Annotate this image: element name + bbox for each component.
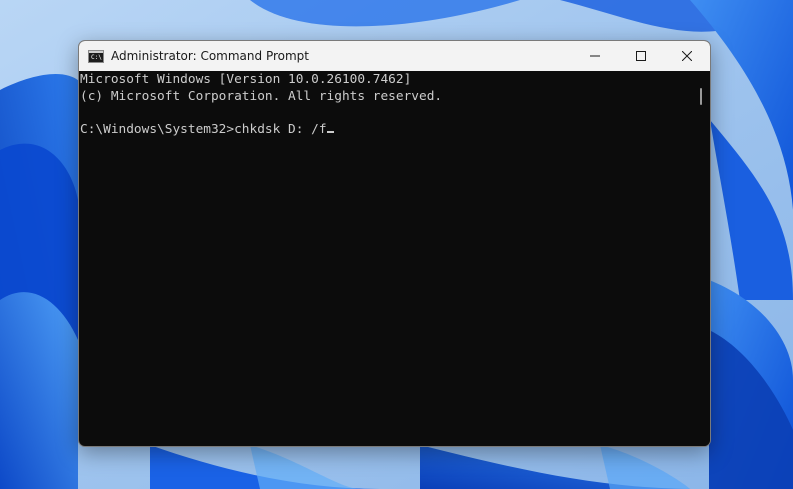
minimize-button[interactable] <box>572 41 618 71</box>
console-output[interactable]: Microsoft Windows [Version 10.0.26100.74… <box>79 71 693 446</box>
command-prompt-window[interactable]: C:\ Administrator: Command Prompt Micros… <box>78 40 711 447</box>
window-controls <box>572 41 710 71</box>
console-line: (c) Microsoft Corporation. All rights re… <box>80 88 443 104</box>
console-line: Microsoft Windows [Version 10.0.26100.74… <box>80 72 412 87</box>
text-cursor <box>326 130 335 133</box>
console-prompt-line[interactable]: C:\Windows\System32>chkdsk D: /f <box>80 122 693 139</box>
cmd-app-icon: C:\ <box>88 49 104 63</box>
close-icon <box>682 51 692 61</box>
close-button[interactable] <box>664 41 710 71</box>
vertical-scrollbar[interactable] <box>693 71 710 446</box>
scrollbar-thumb[interactable] <box>700 88 702 105</box>
window-title: Administrator: Command Prompt <box>111 49 309 63</box>
maximize-button[interactable] <box>618 41 664 71</box>
maximize-icon <box>636 51 646 61</box>
minimize-icon <box>590 55 600 57</box>
console-command: C:\Windows\System32>chkdsk D: /f <box>80 121 327 137</box>
title-bar[interactable]: C:\ Administrator: Command Prompt <box>79 41 710 71</box>
